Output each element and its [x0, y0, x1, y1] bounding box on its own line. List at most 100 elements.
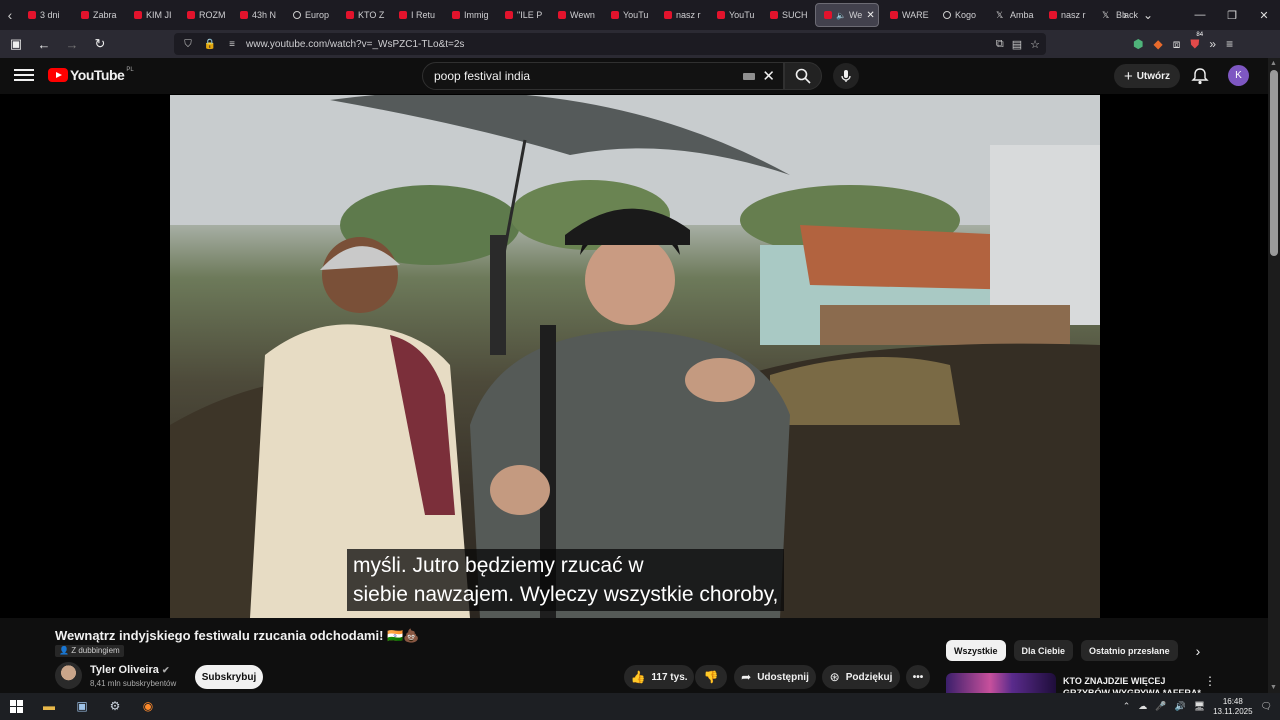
browser-tab[interactable]: KTO Z	[338, 3, 388, 27]
youtube-logo[interactable]: YouTube PL	[48, 67, 134, 83]
subscribe-button[interactable]: Subskrybuj	[195, 665, 263, 689]
reader-view-icon[interactable]: ▤	[1012, 38, 1022, 51]
chips-next-chevron-icon[interactable]: ›	[1188, 641, 1208, 661]
permissions-icon[interactable]: ≡	[224, 39, 240, 50]
thanks-button[interactable]: ⊛ Podziękuj	[822, 665, 900, 689]
onedrive-icon[interactable]: ☁	[1138, 701, 1147, 712]
minimize-icon[interactable]: —	[1184, 0, 1216, 30]
bookmark-star-icon[interactable]: ☆	[1030, 38, 1040, 51]
tray-overflow-icon[interactable]: ⌃	[1123, 701, 1131, 712]
picture-in-picture-icon[interactable]: ⧉	[996, 38, 1004, 51]
recommended-more-vertical-icon[interactable]: ⋮	[1204, 674, 1216, 688]
channel-name-row[interactable]: Tyler Oliveira ✔	[90, 664, 170, 676]
browser-tab[interactable]: Wewn	[550, 3, 600, 27]
browser-tab[interactable]: nasz r	[1041, 3, 1091, 27]
close-window-icon[interactable]: ✕	[1248, 0, 1280, 30]
browser-tab[interactable]: ROZM	[179, 3, 229, 27]
restore-icon[interactable]: ❐	[1216, 0, 1248, 30]
keyboard-icon[interactable]	[743, 73, 755, 80]
browser-tab[interactable]: nasz r	[656, 3, 706, 27]
file-explorer-icon[interactable]: ▬	[40, 697, 58, 715]
tabs-scroll-left-icon[interactable]: ‹	[0, 0, 20, 30]
tab-label: YouTu	[623, 10, 649, 20]
chip-all[interactable]: Wszystkie	[946, 640, 1006, 661]
app-menu-icon[interactable]: ≡	[1226, 37, 1233, 51]
subscriber-count: 8,41 mln subskrybentów	[90, 679, 177, 688]
vpn-extension-icon[interactable]: ⬢	[1133, 37, 1143, 51]
tab-label: Amba	[1010, 10, 1034, 20]
scrollbar-thumb[interactable]	[1270, 70, 1278, 256]
shield-icon[interactable]: ⛉	[180, 39, 196, 50]
browser-tab[interactable]: Zabra	[73, 3, 123, 27]
page-scrollbar[interactable]: ▲ ▼	[1268, 58, 1280, 693]
guide-menu-icon[interactable]	[14, 66, 34, 84]
more-actions-button[interactable]: •••	[906, 665, 930, 689]
extensions-puzzle-icon[interactable]: ⧈	[1173, 37, 1181, 52]
start-button[interactable]	[7, 697, 25, 715]
scroll-down-icon[interactable]: ▼	[1270, 684, 1277, 691]
video-frame-illustration	[170, 95, 1100, 618]
tab-label: 3 dni	[40, 10, 60, 20]
recommended-video-title[interactable]: KTO ZNAJDZIE WIĘCEJ GRZYBÓW WYGRYWA *AFE…	[1063, 675, 1203, 693]
create-button[interactable]: + Utwórz	[1114, 64, 1180, 88]
browser-tab[interactable]: 3 dni	[20, 3, 70, 27]
browser-tab[interactable]: I Retu	[391, 3, 441, 27]
browser-tab[interactable]: Kogo	[935, 3, 985, 27]
youtube-icon	[890, 11, 898, 19]
browser-tab[interactable]: Europ	[285, 3, 335, 27]
browser-tab[interactable]: Immig	[444, 3, 494, 27]
forward-icon[interactable]: →	[60, 32, 84, 56]
browser-tab[interactable]: KIM JI	[126, 3, 176, 27]
recommended-video-thumbnail[interactable]	[946, 673, 1056, 693]
channel-name[interactable]: Tyler Oliveira	[90, 664, 159, 676]
tab-label: I Retu	[411, 10, 436, 20]
taskbar-app-icon[interactable]: ▣	[73, 697, 91, 715]
tabs-scroll-right-icon[interactable]: ›	[1114, 0, 1136, 30]
browser-tab[interactable]: WARE	[882, 3, 932, 27]
overflow-chevron-icon[interactable]: »	[1209, 37, 1216, 51]
steam-icon[interactable]: ⚙	[106, 697, 124, 715]
volume-icon[interactable]: 🔊	[1174, 701, 1185, 712]
system-tray: ⌃ ☁ 🎤 🔊 🖥 16:48 13.11.2025 🗨	[1123, 693, 1272, 720]
scroll-up-icon[interactable]: ▲	[1270, 60, 1277, 67]
account-avatar[interactable]: K	[1228, 65, 1249, 86]
ublock-icon[interactable]: ⛊ 84	[1190, 32, 1203, 52]
microphone-tray-icon[interactable]: 🎤	[1155, 701, 1166, 712]
extension-icon[interactable]: ◆	[1153, 37, 1162, 51]
close-tab-icon[interactable]: ✕	[866, 10, 874, 21]
tab-list-dropdown-icon[interactable]: ⌄	[1137, 0, 1159, 30]
chip-recently-uploaded[interactable]: Ostatnio przesłane	[1081, 640, 1178, 661]
url-bar[interactable]: ⛉ 🔒 ≡ www.youtube.com/watch?v=_WsPZC1-TL…	[174, 33, 1046, 55]
notifications-bell-icon[interactable]	[1190, 66, 1210, 86]
url-text[interactable]: www.youtube.com/watch?v=_WsPZC1-TLo&t=2s	[246, 39, 464, 50]
voice-search-button[interactable]	[833, 63, 859, 89]
chip-for-you[interactable]: Dla Ciebie	[1013, 640, 1074, 661]
lock-icon[interactable]: 🔒	[202, 39, 218, 50]
like-button[interactable]: 👍 117 tys.	[624, 665, 694, 689]
back-icon[interactable]: ←	[32, 32, 56, 56]
channel-avatar[interactable]	[55, 662, 82, 689]
reload-icon[interactable]: ↻	[88, 32, 112, 56]
window-controls: — ❐ ✕	[1184, 0, 1280, 30]
share-button[interactable]: ➦ Udostępnij	[734, 665, 816, 689]
dislike-button[interactable]: 👎	[695, 665, 727, 689]
notifications-icon[interactable]: 🗨	[1261, 701, 1272, 712]
sidebar-toggle-icon[interactable]: ▣	[4, 32, 28, 56]
search-button[interactable]	[784, 62, 822, 90]
browser-tab[interactable]: 43h N	[232, 3, 282, 27]
browser-tab[interactable]: "ILE P	[497, 3, 547, 27]
tab-audio-icon[interactable]: 🔈	[836, 11, 846, 20]
browser-tab[interactable]: 🔈 We ✕	[815, 3, 879, 27]
clear-search-icon[interactable]: ✕	[762, 67, 775, 85]
browser-tab[interactable]: 𝕏 Amba	[988, 3, 1038, 27]
search-input[interactable]	[434, 69, 734, 83]
youtube-icon	[187, 11, 195, 19]
browser-tab[interactable]: YouTu	[603, 3, 653, 27]
clock[interactable]: 16:48 13.11.2025	[1213, 697, 1252, 717]
firefox-icon[interactable]: ◉	[139, 697, 157, 715]
browser-tab[interactable]: SUCH	[762, 3, 812, 27]
dubbing-badge: 👤 Z dubbingiem	[55, 645, 124, 657]
browser-tab[interactable]: YouTu	[709, 3, 759, 27]
network-icon[interactable]: 🖥	[1194, 701, 1205, 712]
video-player[interactable]	[170, 95, 1100, 618]
